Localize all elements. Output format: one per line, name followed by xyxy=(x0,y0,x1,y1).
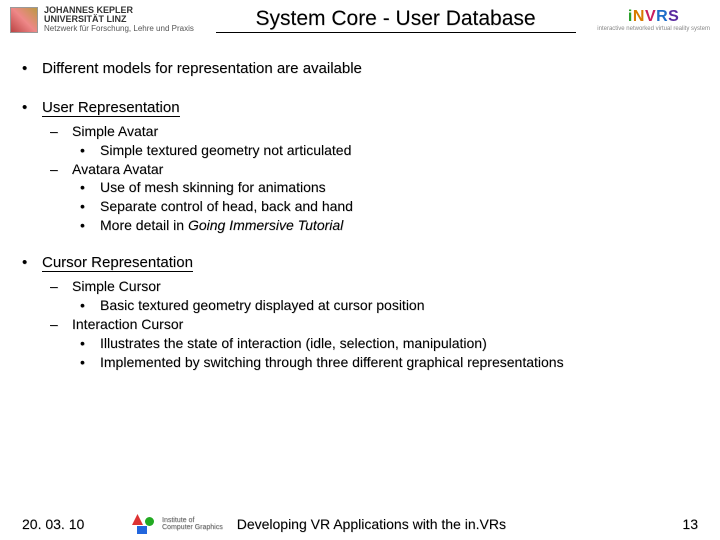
bullet-level1: •User Representation–Simple Avatar•Simpl… xyxy=(22,98,698,236)
university-tagline: Netzwerk für Forschung, Lehre und Praxis xyxy=(44,25,194,33)
bullet-level2: –Simple Cursor xyxy=(50,277,698,296)
bullet-text: More detail in Going Immersive Tutorial xyxy=(100,216,343,235)
bullet-marker: • xyxy=(22,253,42,273)
bullet-text: Simple Avatar xyxy=(72,122,158,141)
jku-crest-icon xyxy=(10,7,38,33)
university-logo-text: JOHANNES KEPLER UNIVERSITÄT LINZ Netzwer… xyxy=(44,6,194,33)
bullet-text: Separate control of head, back and hand xyxy=(100,197,353,216)
bullet-level2-group: –Simple Avatar•Simple textured geometry … xyxy=(50,122,698,235)
bullet-marker: • xyxy=(80,296,100,315)
footer-title: Developing VR Applications with the in.V… xyxy=(237,516,506,532)
bullet-marker: – xyxy=(50,315,72,334)
bullet-marker: – xyxy=(50,160,72,179)
bullet-level3-group: •Basic textured geometry displayed at cu… xyxy=(80,296,698,315)
bullet-level3-group: •Use of mesh skinning for animations•Sep… xyxy=(80,178,698,235)
bullet-level3-group: •Simple textured geometry not articulate… xyxy=(80,141,698,160)
bullet-text: Cursor Representation xyxy=(42,253,193,273)
bullet-level2: –Interaction Cursor xyxy=(50,315,698,334)
invrs-tagline: interactive networked virtual reality sy… xyxy=(597,26,710,32)
bullet-marker: • xyxy=(80,178,100,197)
bullet-level3-group: •Illustrates the state of interaction (i… xyxy=(80,334,698,372)
institute-logo-icon xyxy=(132,514,154,534)
bullet-level1: •Different models for representation are… xyxy=(22,59,698,79)
bullet-level2-group: –Simple Cursor•Basic textured geometry d… xyxy=(50,277,698,371)
bullet-text: Different models for representation are … xyxy=(42,59,362,79)
bullet-marker: • xyxy=(80,197,100,216)
bullet-text: Implemented by switching through three d… xyxy=(100,353,564,372)
bullet-level2: –Simple Avatar xyxy=(50,122,698,141)
slide-title: System Core - User Database xyxy=(216,7,576,33)
slide-header: JOHANNES KEPLER UNIVERSITÄT LINZ Netzwer… xyxy=(0,0,720,37)
bullet-level3: •Basic textured geometry displayed at cu… xyxy=(80,296,698,315)
bullet-marker: – xyxy=(50,277,72,296)
bullet-marker: • xyxy=(80,216,100,235)
bullet-marker: • xyxy=(22,98,42,118)
institute-name: Institute ofComputer Graphics xyxy=(162,517,223,531)
bullet-text: Basic textured geometry displayed at cur… xyxy=(100,296,425,315)
bullet-text: Avatara Avatar xyxy=(72,160,163,179)
bullet-marker: • xyxy=(80,141,100,160)
bullet-text: Simple textured geometry not articulated xyxy=(100,141,351,160)
slide-footer: 20. 03. 10 Institute ofComputer Graphics… xyxy=(0,514,720,534)
bullet-level3: •Implemented by switching through three … xyxy=(80,353,698,372)
bullet-level3: •Use of mesh skinning for animations xyxy=(80,178,698,197)
bullet-level3: •Separate control of head, back and hand xyxy=(80,197,698,216)
bullet-level1: •Cursor Representation–Simple Cursor•Bas… xyxy=(22,253,698,372)
bullet-text: Simple Cursor xyxy=(72,277,161,296)
bullet-level3: •More detail in Going Immersive Tutorial xyxy=(80,216,698,235)
bullet-level2: –Avatara Avatar xyxy=(50,160,698,179)
university-logo: JOHANNES KEPLER UNIVERSITÄT LINZ Netzwer… xyxy=(10,6,194,33)
bullet-level3: •Simple textured geometry not articulate… xyxy=(80,141,698,160)
bullet-marker: • xyxy=(22,59,42,79)
bullet-text: Use of mesh skinning for animations xyxy=(100,178,326,197)
bullet-marker: • xyxy=(80,334,100,353)
bullet-text: Illustrates the state of interaction (id… xyxy=(100,334,487,353)
invrs-logo: iNVRS interactive networked virtual real… xyxy=(597,8,710,32)
footer-date: 20. 03. 10 xyxy=(22,516,132,532)
page-number: 13 xyxy=(658,516,698,532)
footer-center: Institute ofComputer Graphics Developing… xyxy=(132,514,658,534)
bullet-text: Interaction Cursor xyxy=(72,315,183,334)
invrs-wordmark-icon: iNVRS xyxy=(628,8,679,26)
bullet-marker: • xyxy=(80,353,100,372)
bullet-level3: •Illustrates the state of interaction (i… xyxy=(80,334,698,353)
bullet-text: User Representation xyxy=(42,98,180,118)
bullet-marker: – xyxy=(50,122,72,141)
slide-body: •Different models for representation are… xyxy=(0,37,720,372)
